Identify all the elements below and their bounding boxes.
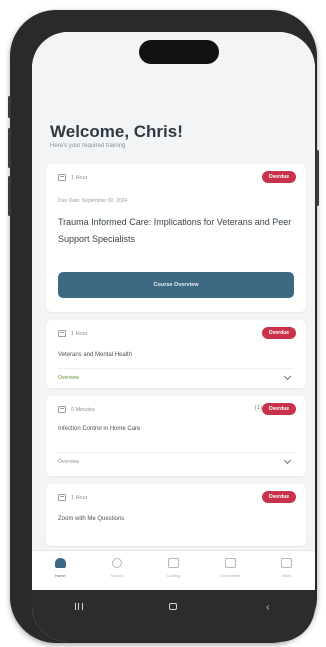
calendar-icon (58, 174, 66, 181)
page-subtitle: Here's your required training (50, 143, 126, 149)
home-button[interactable] (153, 602, 193, 613)
course-title: Veterans and Mental Health (58, 352, 133, 358)
calendar-icon (58, 330, 66, 337)
overview-expander[interactable]: Overview (58, 456, 294, 468)
calendar-icon (58, 494, 66, 501)
course-duration: 1 Hour (71, 330, 88, 337)
expander-label: Overview (58, 459, 79, 465)
course-title: Infection Control in Home Care (58, 426, 141, 432)
phone-screen: Welcome, Chris! Here's your required tra… (32, 32, 315, 642)
course-title: Trauma Informed Care: Implications for V… (58, 217, 292, 244)
status-badge: Overdue (261, 327, 296, 339)
tab-label: More (282, 573, 292, 578)
course-duration: 1 Hour (71, 494, 88, 501)
tab-home[interactable]: Home (38, 558, 82, 590)
recent-apps-button[interactable] (59, 602, 99, 613)
status-badge: Overdue (261, 491, 296, 503)
tab-catalog[interactable]: Catalog (151, 558, 195, 590)
dynamic-island (139, 40, 219, 64)
back-chevron-icon: ‹ (266, 602, 270, 613)
course-overview-button[interactable]: Course Overview (58, 272, 294, 298)
chevron-down-icon (283, 372, 292, 381)
page-title: Welcome, Chris! (50, 122, 183, 141)
tab-more[interactable]: More (265, 558, 309, 590)
documents-icon (224, 558, 236, 568)
course-duration: 1 Hour (71, 174, 88, 181)
course-card[interactable]: 1 Hour Overdue Zoom with Me Questions (46, 484, 306, 546)
status-badge: Overdue (261, 403, 296, 415)
home-square-icon (169, 603, 178, 610)
tab-label: Catalog (166, 573, 181, 578)
back-button[interactable]: ‹ (248, 602, 288, 613)
course-card[interactable]: 0 Minutes (1) Overdue Infection Control … (46, 396, 306, 476)
course-card[interactable]: 1 Hour Overdue Due Date: September 30, 2… (46, 164, 306, 312)
more-icon (281, 558, 293, 568)
bottom-tab-bar: Home Search Catalog Documents More (32, 550, 315, 590)
course-duration: 0 Minutes (71, 406, 95, 413)
tab-label: Documents (219, 573, 241, 578)
search-icon (111, 558, 122, 568)
course-title: Zoom with Me Questions (58, 516, 125, 522)
tab-documents[interactable]: Documents (208, 558, 252, 590)
catalog-icon (167, 558, 179, 568)
course-card[interactable]: 1 Hour Overdue Veterans and Mental Healt… (46, 320, 306, 388)
tab-search[interactable]: Search (95, 558, 139, 590)
tab-label: Home (54, 573, 66, 578)
home-icon (54, 558, 66, 568)
due-date: Due Date: September 30, 2024 (58, 198, 128, 204)
system-nav-bar: ‹ (32, 590, 315, 642)
calendar-icon (58, 406, 66, 413)
comment-count: (1) (254, 405, 262, 411)
divider (58, 368, 294, 369)
overview-expander[interactable]: Overview (58, 372, 294, 384)
recents-icon (75, 603, 84, 610)
chevron-down-icon (283, 456, 292, 465)
tab-label: Search (110, 573, 124, 578)
status-badge: Overdue (261, 171, 296, 183)
expander-label: Overview (58, 375, 79, 381)
divider (58, 452, 294, 453)
